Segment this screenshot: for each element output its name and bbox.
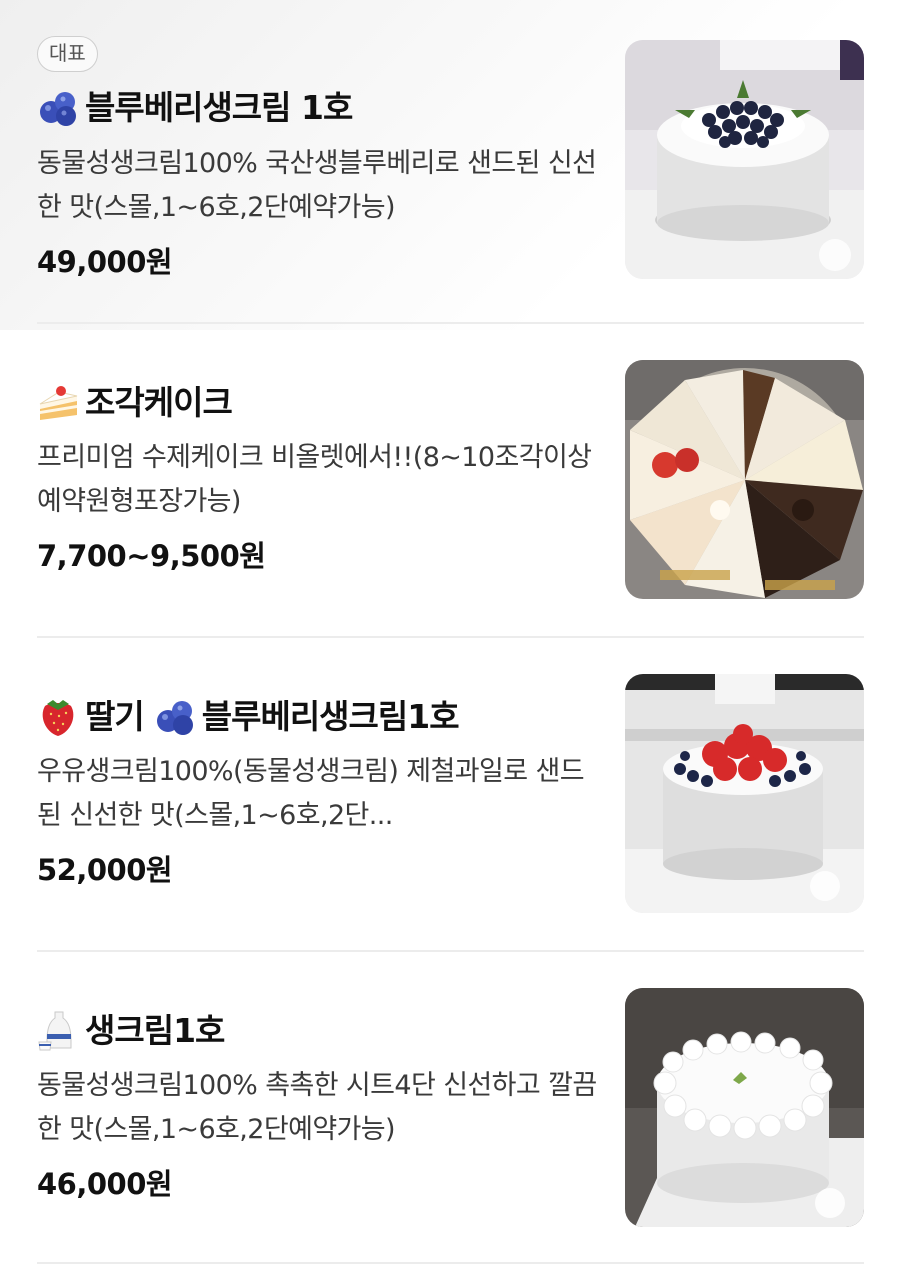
menu-item-title-row: 딸기 블루베리생크림1호 (37, 695, 460, 739)
blueberry-cream-cake-photo[interactable] (625, 40, 864, 279)
sake-bottle-icon (37, 1010, 79, 1052)
menu-item[interactable]: 대표 블루베리생크림 1호 동물성생크림100% 국산생블루베리로 샌드된 신선… (37, 36, 864, 286)
menu-item-description: 우유생크림100%(동물성생크림) 제철과일로 샌드된 신선한 맛(스몰,1~6… (37, 756, 585, 831)
slice-cakes-photo[interactable] (625, 360, 864, 599)
strawberry-blueberry-cake-photo[interactable] (625, 674, 864, 913)
menu-item-price: 46,000원 (37, 1167, 173, 1201)
menu-item-title: 블루베리생크림1호 (201, 697, 460, 736)
menu-item[interactable]: 조각케이크 프리미엄 수제케이크 비올렛에서!!(8~10조각이상 예약원형포장… (37, 360, 864, 600)
menu-item-title: 생크림1호 (85, 1011, 225, 1050)
divider (37, 322, 864, 324)
shortcake-icon (37, 382, 79, 424)
fresh-cream-cake-photo[interactable] (625, 988, 864, 1227)
divider (37, 636, 864, 638)
divider (37, 950, 864, 952)
menu-item-price: 49,000원 (37, 245, 173, 279)
menu-item-title: 조각케이크 (85, 383, 233, 422)
menu-item-title-row: 블루베리생크림 1호 (37, 86, 353, 130)
menu-item-title-prefix: 딸기 (85, 697, 145, 736)
menu-item-title-row: 생크림1호 (37, 1009, 225, 1053)
menu-item-price: 7,700~9,500원 (37, 539, 266, 573)
menu-item-description: 동물성생크림100% 국산생블루베리로 샌드된 신선한 맛(스몰,1~6호,2단… (37, 148, 597, 223)
featured-badge: 대표 (37, 36, 98, 72)
menu-item-price: 52,000원 (37, 853, 173, 887)
strawberry-icon (37, 696, 79, 738)
menu-item-title: 블루베리생크림 1호 (85, 88, 353, 127)
menu-item[interactable]: 생크림1호 동물성생크림100% 촉촉한 시트4단 신선하고 깔끔한 맛(스몰,… (37, 988, 864, 1228)
blueberry-icon (37, 87, 79, 129)
menu-item-title-row: 조각케이크 (37, 381, 233, 425)
menu-item-description: 프리미엄 수제케이크 비올렛에서!!(8~10조각이상 예약원형포장가능) (37, 442, 592, 517)
divider (37, 1262, 864, 1264)
menu-item-description: 동물성생크림100% 촉촉한 시트4단 신선하고 깔끔한 맛(스몰,1~6호,2… (37, 1070, 597, 1145)
blueberry-icon (154, 696, 196, 738)
menu-item[interactable]: 딸기 블루베리생크림1호 우유생크림100%(동물성생크림) 제철과일로 샌드된… (37, 674, 864, 914)
